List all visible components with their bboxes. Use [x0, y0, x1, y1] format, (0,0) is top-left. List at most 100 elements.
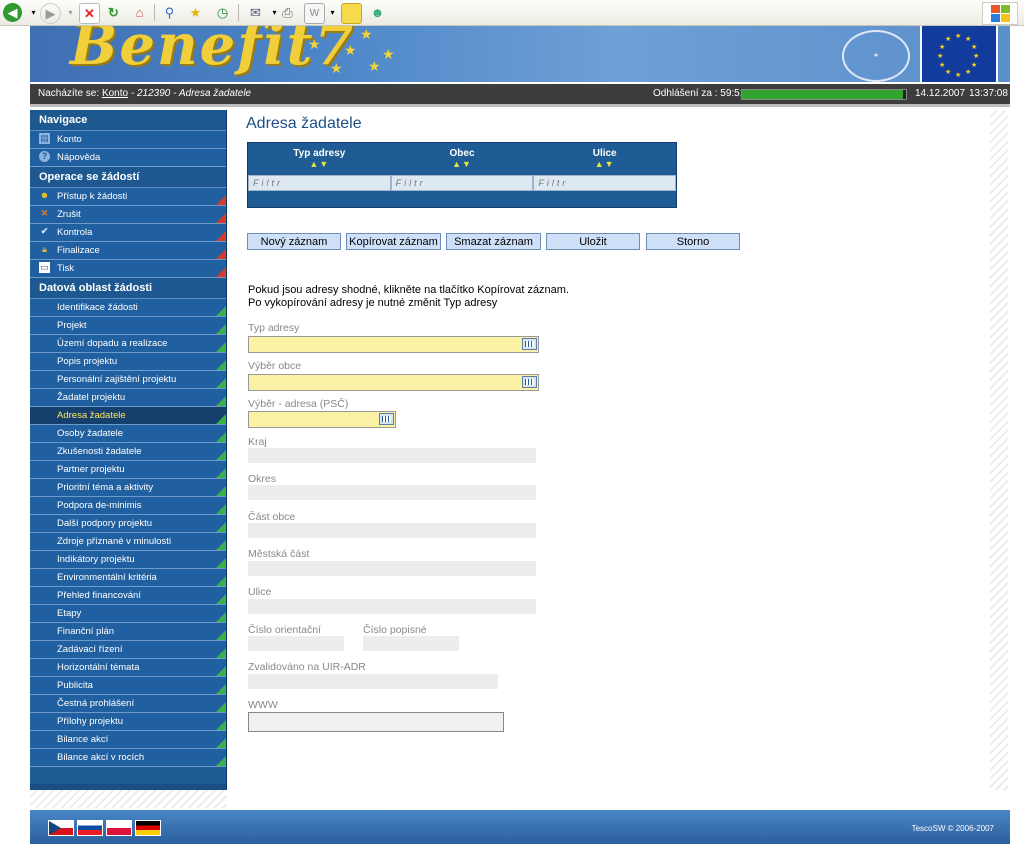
sidebar-item-data-2[interactable]: Území dopadu a realizace [30, 335, 226, 353]
lookup-grid-icon[interactable] [522, 338, 537, 350]
home-icon[interactable]: ⌂ [130, 3, 149, 22]
save-button[interactable]: Uložit [546, 233, 640, 250]
delete-record-button[interactable]: Smazat záznam [446, 233, 541, 250]
flag-cz-icon[interactable] [48, 820, 74, 836]
sort-arrows-icon[interactable]: ▲▼ [248, 159, 391, 169]
edit-icon[interactable]: W [304, 3, 325, 24]
browser-toolbar: ◀ ▾ ▶ ▾ ✕ ↻ ⌂ ⚲ ★ ◷ ✉ ▾ ⎙ W ▾ ☻ [0, 0, 1024, 26]
typ-adresy-field[interactable] [248, 336, 539, 353]
column-header-ulice[interactable]: Ulice ▲▼ [533, 143, 676, 175]
corner-marker [216, 756, 226, 766]
sort-arrows-icon[interactable]: ▲▼ [533, 159, 676, 169]
sidebar-item-data-21[interactable]: Publicita [30, 677, 226, 695]
sidebar-item-data-17[interactable]: Etapy [30, 605, 226, 623]
sidebar-item-data-24[interactable]: Bilance akcí [30, 731, 226, 749]
star-icon: ★ [368, 58, 381, 74]
lookup-grid-icon[interactable] [379, 413, 394, 425]
sidebar-item-data-19[interactable]: Zadávací řízení [30, 641, 226, 659]
label-ulice: Ulice [248, 586, 272, 598]
corner-marker [216, 594, 226, 604]
sidebar-item-napoveda[interactable]: ? Nápověda [30, 149, 226, 167]
forward-dropdown-icon[interactable]: ▾ [61, 3, 80, 22]
sidebar-item-data-5[interactable]: Žadatel projektu [30, 389, 226, 407]
sidebar-item-data-0[interactable]: Identifikace žádosti [30, 299, 226, 317]
sidebar-item-data-7[interactable]: Osoby žadatele [30, 425, 226, 443]
stop-icon[interactable]: ✕ [79, 3, 100, 24]
sidebar-item-data-11[interactable]: Podpora de-minimis [30, 497, 226, 515]
refresh-icon[interactable]: ↻ [104, 3, 123, 22]
breadcrumb-link-konto[interactable]: Konto [102, 88, 128, 99]
toolbar-separator [238, 4, 239, 21]
breadcrumb-current: - 212390 - Adresa žadatele [130, 88, 252, 99]
notes-icon[interactable] [341, 3, 362, 24]
sidebar-item-konto[interactable]: ▤ Konto [30, 131, 226, 149]
edit-dropdown-icon[interactable]: ▾ [323, 3, 342, 22]
mail-icon[interactable]: ✉ [246, 3, 265, 22]
cancel-button[interactable]: Storno [646, 233, 740, 250]
breadcrumb-prefix: Nacházíte se: [38, 88, 100, 99]
sidebar-item-finalizace[interactable]: 🔒︎ Finalizace [30, 242, 226, 260]
sidebar-item-data-8[interactable]: Zkušenosti žadatele [30, 443, 226, 461]
column-header-obec[interactable]: Obec ▲▼ [391, 143, 534, 175]
forward-icon[interactable]: ▶ [40, 3, 61, 24]
sidebar-item-label: Čestná prohlášení [57, 698, 135, 709]
www-input[interactable] [248, 712, 504, 732]
vyber-obce-field[interactable] [248, 374, 539, 391]
copy-record-button[interactable]: Kopírovat záznam [346, 233, 441, 250]
sidebar-item-data-23[interactable]: Přílohy projektu [30, 713, 226, 731]
vyber-adresa-field[interactable] [248, 411, 396, 428]
corner-marker [216, 702, 226, 712]
sidebar-item-data-4[interactable]: Personální zajištění projektu [30, 371, 226, 389]
sidebar-item-data-16[interactable]: Přehled financování [30, 587, 226, 605]
star-icon: ★ [308, 36, 321, 52]
sidebar: Navigace ▤ Konto ? Nápověda Operace se ž… [30, 110, 227, 790]
instruction-line: Po vykopírování adresy je nutné změnit T… [248, 297, 498, 309]
sidebar-item-data-14[interactable]: Indikátory projektu [30, 551, 226, 569]
history-icon[interactable]: ◷ [213, 3, 232, 22]
sidebar-item-data-25[interactable]: Bilance akcí v rocích [30, 749, 226, 767]
label-cast-obce: Část obce [248, 511, 296, 523]
sidebar-item-kontrola[interactable]: ✔ Kontrola [30, 224, 226, 242]
corner-marker [216, 432, 226, 442]
favorites-icon[interactable]: ★ [186, 3, 205, 22]
sidebar-item-data-15[interactable]: Environmentální kritéria [30, 569, 226, 587]
column-header-typ-adresy[interactable]: Typ adresy ▲▼ [248, 143, 391, 175]
sidebar-item-data-12[interactable]: Další podpory projektu [30, 515, 226, 533]
messenger-icon[interactable]: ☻ [368, 3, 387, 22]
sort-arrows-icon[interactable]: ▲▼ [391, 159, 534, 169]
sidebar-item-data-22[interactable]: Čestná prohlášení [30, 695, 226, 713]
sidebar-item-data-13[interactable]: Zdroje příznané v minulosti [30, 533, 226, 551]
sidebar-item-pristup[interactable]: ☻ Přístup k žádosti [30, 188, 226, 206]
sidebar-item-data-20[interactable]: Horizontální témata [30, 659, 226, 677]
filter-input-ulice[interactable] [533, 175, 677, 191]
session-progress-fill [742, 90, 903, 99]
sidebar-item-zrusit[interactable]: ✕ Zrušit [30, 206, 226, 224]
sidebar-item-label: Adresa žadatele [57, 410, 126, 421]
sidebar-item-label: Environmentální kritéria [57, 572, 157, 583]
filter-input-typ-adresy[interactable] [248, 175, 391, 191]
sidebar-item-data-1[interactable]: Projekt [30, 317, 226, 335]
sidebar-item-data-6[interactable]: Adresa žadatele [30, 407, 226, 425]
flag-pl-icon[interactable] [106, 820, 132, 836]
new-record-button[interactable]: Nový záznam [247, 233, 341, 250]
sidebar-item-data-3[interactable]: Popis projektu [30, 353, 226, 371]
flag-sk-icon[interactable] [77, 820, 103, 836]
print-icon[interactable]: ⎙ [278, 3, 297, 22]
sidebar-item-data-10[interactable]: Prioritní téma a aktivity [30, 479, 226, 497]
sidebar-item-data-18[interactable]: Finanční plán [30, 623, 226, 641]
grid-header: Typ adresy ▲▼ Obec ▲▼ Ulice ▲▼ [248, 143, 676, 175]
sidebar-item-label: Identifikace žádosti [57, 302, 138, 313]
sidebar-item-tisk[interactable]: ▭ Tisk [30, 260, 226, 278]
filter-input-obec[interactable] [390, 175, 534, 191]
cast-obce-value [248, 523, 536, 538]
column-label: Typ adresy [293, 148, 346, 159]
search-icon[interactable]: ⚲ [160, 3, 179, 22]
corner-marker [216, 648, 226, 658]
flag-de-icon[interactable] [135, 820, 161, 836]
sidebar-item-label: Nápověda [57, 152, 101, 163]
lookup-grid-icon[interactable] [522, 376, 537, 388]
sidebar-item-label: Žadatel projektu [57, 392, 126, 403]
sidebar-item-label: Finalizace [57, 245, 100, 256]
back-icon[interactable]: ◀ [3, 3, 22, 22]
sidebar-item-data-9[interactable]: Partner projektu [30, 461, 226, 479]
